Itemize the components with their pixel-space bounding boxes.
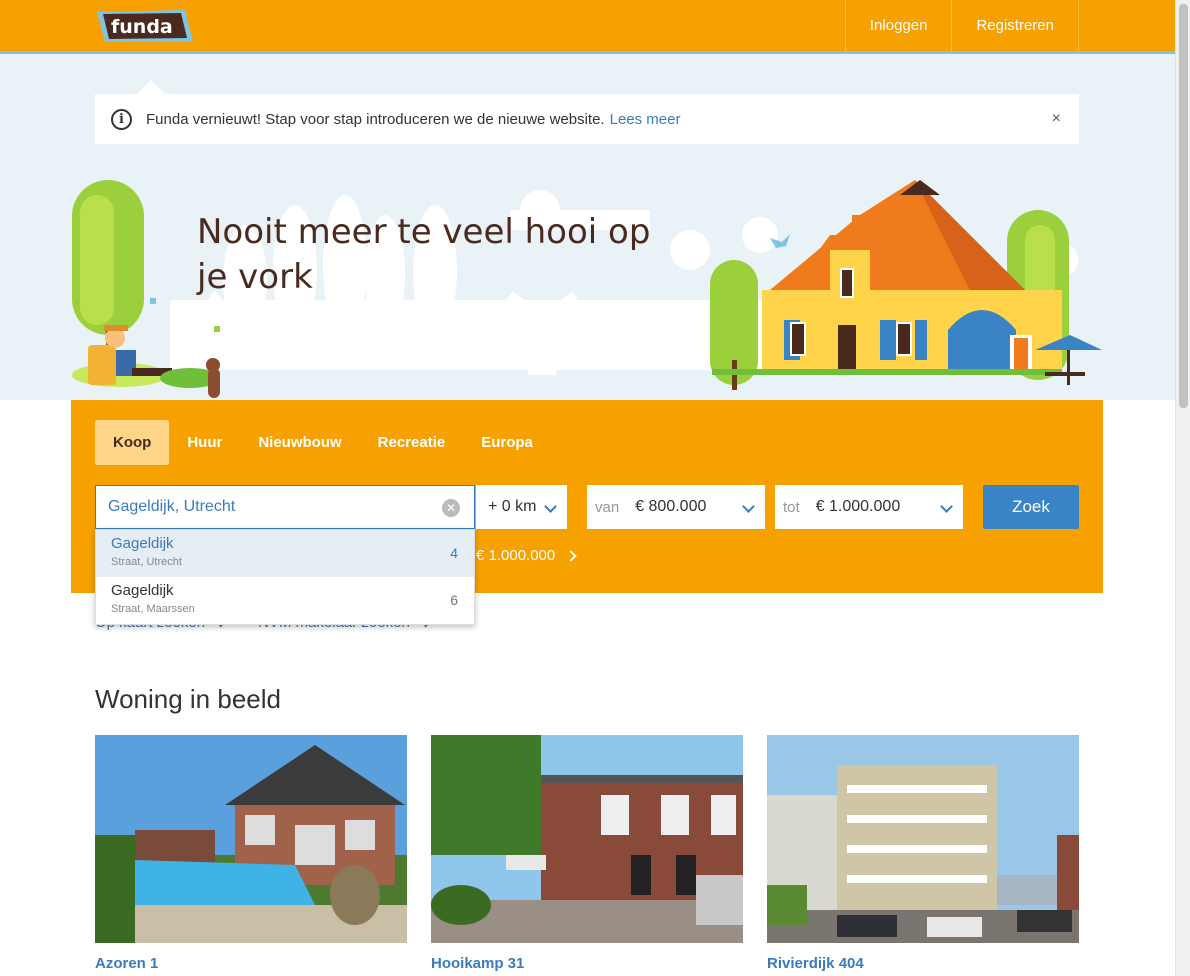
info-icon: i — [111, 108, 132, 130]
location-field: ✕ — [95, 485, 475, 529]
tab-huur[interactable]: Huur — [169, 420, 240, 465]
suggestion-name: Gageldijk — [111, 582, 174, 599]
tab-europa[interactable]: Europa — [463, 420, 551, 465]
close-icon[interactable]: × — [1052, 110, 1061, 128]
chevron-right-icon — [565, 549, 577, 562]
suggestion-item[interactable]: Gageldijk Straat, Maarssen 6 — [96, 577, 474, 624]
login-link[interactable]: Inloggen — [844, 0, 952, 51]
listing-title[interactable]: Rivierdijk 404 — [767, 955, 1079, 972]
price-from-select[interactable]: van € 800.000 — [587, 485, 765, 529]
location-input[interactable] — [108, 498, 428, 516]
clear-icon[interactable]: ✕ — [442, 499, 460, 517]
page-scrollbar[interactable] — [1175, 0, 1190, 976]
suggestion-count: 4 — [450, 545, 458, 561]
suggestion-subtitle: Straat, Utrecht — [111, 556, 182, 568]
chevron-down-icon — [544, 500, 557, 513]
funda-logo[interactable]: funda — [95, 8, 195, 44]
price-to-value: € 1.000.000 — [815, 498, 901, 515]
chevron-down-icon — [742, 500, 755, 513]
tab-recreatie[interactable]: Recreatie — [360, 420, 464, 465]
price-to-label: tot — [783, 498, 800, 516]
price-from-value: € 800.000 — [635, 498, 707, 515]
listing-photo[interactable] — [767, 735, 1079, 943]
suggestion-count: 6 — [450, 592, 458, 608]
suggestion-item[interactable]: Gageldijk Straat, Utrecht 4 — [96, 530, 474, 577]
radius-select[interactable]: + 0 km — [476, 485, 567, 529]
radius-value: + 0 km — [488, 498, 537, 515]
register-link[interactable]: Registreren — [951, 0, 1079, 51]
suggestion-name: Gageldijk — [111, 535, 174, 552]
featured-cards: Azoren 1 Hooikamp 31 Rivierdijk 404 — [95, 735, 1103, 972]
scrollbar-thumb[interactable] — [1179, 4, 1188, 408]
last-search-link[interactable]: € 1.000.000 — [476, 547, 577, 564]
tab-nieuwbouw[interactable]: Nieuwbouw — [240, 420, 359, 465]
notice-banner: i Funda vernieuwt! Stap voor stap introd… — [95, 94, 1079, 144]
search-button[interactable]: Zoek — [983, 485, 1079, 529]
hero-title: Nooit meer te veel hooi op je vork — [197, 212, 651, 297]
chevron-down-icon — [940, 500, 953, 513]
listing-photo[interactable] — [431, 735, 743, 943]
price-to-select[interactable]: tot € 1.000.000 — [775, 485, 963, 529]
listing-title[interactable]: Azoren 1 — [95, 955, 407, 972]
featured-card[interactable]: Rivierdijk 404 — [767, 735, 1079, 972]
listing-title[interactable]: Hooikamp 31 — [431, 955, 743, 972]
logo-text: funda — [111, 16, 173, 38]
notice-read-more-link[interactable]: Lees meer — [610, 111, 681, 128]
last-search-text: € 1.000.000 — [476, 547, 556, 564]
listing-photo[interactable] — [95, 735, 407, 943]
notice-pointer — [137, 80, 165, 94]
featured-card[interactable]: Hooikamp 31 — [431, 735, 743, 972]
tab-koop[interactable]: Koop — [95, 420, 170, 465]
top-navigation-bar: funda Inloggen Registreren — [0, 0, 1175, 54]
suggestion-subtitle: Straat, Maarssen — [111, 603, 195, 615]
featured-card[interactable]: Azoren 1 — [95, 735, 407, 972]
autocomplete-dropdown: Gageldijk Straat, Utrecht 4 Gageldijk St… — [95, 529, 475, 625]
section-title: Woning in beeld — [95, 684, 281, 714]
notice-text: Funda vernieuwt! Stap voor stap introduc… — [146, 110, 605, 128]
price-from-label: van — [595, 498, 620, 516]
search-tabs: Koop Huur Nieuwbouw Recreatie Europa — [95, 420, 551, 465]
